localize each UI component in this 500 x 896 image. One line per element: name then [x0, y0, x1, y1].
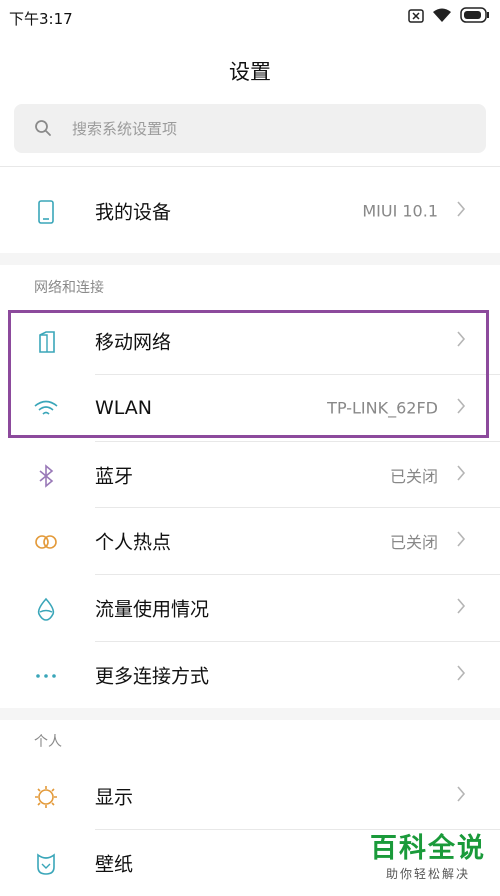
search-bar[interactable] — [14, 104, 486, 153]
row-value: 已关闭 — [389, 467, 438, 486]
status-bar: 下午3:17 — [0, 0, 500, 36]
chevron-right-icon — [456, 785, 466, 807]
hotspot-icon — [33, 529, 59, 555]
status-icons — [408, 7, 490, 27]
chevron-right-icon — [456, 464, 466, 486]
battery-icon — [460, 7, 490, 27]
row-display[interactable]: 显示 — [0, 763, 500, 829]
section-gap — [0, 708, 500, 720]
status-time: 下午3:17 — [9, 10, 73, 28]
row-hotspot[interactable]: 个人热点 已关闭 — [0, 508, 500, 574]
row-label: 壁纸 — [95, 853, 134, 876]
row-label: 个人热点 — [95, 531, 172, 554]
chevron-right-icon — [456, 597, 466, 619]
row-data-usage[interactable]: 流量使用情况 — [0, 575, 500, 641]
row-more-connections[interactable]: 更多连接方式 — [0, 642, 500, 708]
chevron-right-icon — [456, 664, 466, 686]
section-gap — [0, 253, 500, 265]
display-icon — [33, 784, 59, 810]
more-dots-icon — [33, 663, 59, 689]
row-label: 蓝牙 — [95, 465, 134, 488]
row-value: 已关闭 — [389, 533, 438, 552]
chevron-right-icon — [456, 530, 466, 552]
no-sim-icon — [408, 8, 424, 27]
page-title: 设置 — [229, 60, 271, 84]
watermark-subtitle: 助你轻松解决 — [385, 867, 470, 881]
my-device-row[interactable]: 我的设备 MIUI 10.1 — [0, 178, 500, 244]
row-label: 流量使用情况 — [95, 598, 210, 621]
highlight-box — [8, 310, 489, 438]
my-device-value: MIUI 10.1 — [362, 201, 438, 221]
row-bluetooth[interactable]: 蓝牙 已关闭 — [0, 442, 500, 508]
row-label: 更多连接方式 — [95, 665, 210, 688]
search-input[interactable] — [70, 116, 454, 142]
my-device-label: 我的设备 — [95, 201, 172, 224]
divider — [0, 166, 500, 167]
section-header-network: 网络和连接 — [34, 280, 104, 296]
bluetooth-icon — [33, 463, 59, 489]
data-usage-icon — [33, 596, 59, 622]
row-label: 显示 — [95, 786, 134, 809]
section-header-personal: 个人 — [34, 734, 62, 750]
phone-icon — [33, 199, 59, 225]
chevron-right-icon — [456, 200, 466, 222]
wallpaper-icon — [33, 851, 59, 877]
wifi-icon — [432, 7, 452, 27]
watermark-title: 百科全说 — [370, 833, 486, 864]
watermark: 百科全说 助你轻松解决 — [370, 826, 486, 882]
search-icon — [34, 119, 52, 141]
